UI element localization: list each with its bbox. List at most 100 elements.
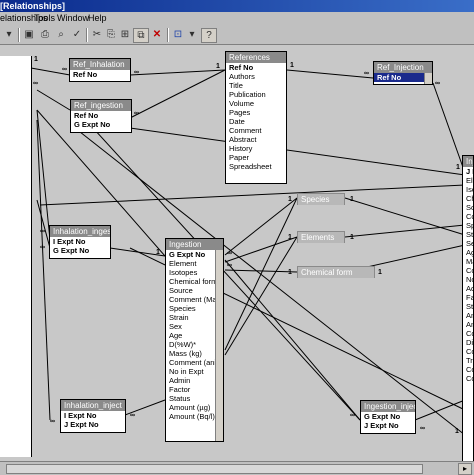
table-species[interactable]: Species <box>297 193 345 205</box>
table-field[interactable]: Pages <box>226 108 286 117</box>
table-field[interactable]: Date <box>226 117 286 126</box>
relationship-line <box>129 127 466 176</box>
table-inhalation-ingestion[interactable]: Inhalation_inges I Expt No G Expt No <box>49 225 111 259</box>
cardinality-many: ∞ <box>40 244 45 251</box>
relationship-line <box>36 89 71 111</box>
cardinality-many: ∞ <box>435 80 440 87</box>
table-field[interactable]: Com <box>463 212 473 221</box>
table-ref-ingestion[interactable]: Ref_ingestion Ref No G Expt No <box>70 99 132 133</box>
table-field[interactable]: Co <box>463 365 473 374</box>
table-field[interactable]: Com <box>463 266 473 275</box>
table-ingestion[interactable]: Ingestion G Expt No Element Isotopes Che… <box>165 238 224 442</box>
cardinality-one: 1 <box>350 234 354 241</box>
table-field[interactable]: Ref No <box>71 111 131 120</box>
table-title[interactable]: Ref_Inhalation <box>70 59 130 70</box>
table-field[interactable]: Co <box>463 374 473 383</box>
table-field[interactable]: Spe <box>463 221 473 230</box>
table-field[interactable]: G Expt No <box>361 412 415 421</box>
relationship-line <box>344 197 466 236</box>
cardinality-many: ∞ <box>50 418 55 425</box>
cardinality-many: ∞ <box>62 66 67 73</box>
relationship-line <box>286 69 374 79</box>
relationship-line <box>39 184 466 206</box>
table-field[interactable]: Age <box>463 248 473 257</box>
table-field[interactable]: No i <box>463 275 473 284</box>
table-field[interactable]: History <box>226 144 286 153</box>
table-title[interactable]: Ingestion_inject <box>361 401 415 412</box>
table-injection[interactable]: Injectio J E Elem Isoto Chen Sour Com Sp… <box>462 155 474 462</box>
table-title[interactable]: Ref_Injection <box>374 62 432 73</box>
cardinality-many: ∞ <box>350 412 355 419</box>
table-field[interactable]: Isoto <box>463 185 473 194</box>
table-references[interactable]: References Ref No Authors Title Publicat… <box>225 51 287 184</box>
cardinality-one: 1 <box>288 269 292 276</box>
table-inhalation-injection[interactable]: Inhalation_inject I Expt No J Expt No <box>60 399 126 433</box>
table-field[interactable]: Stat <box>463 302 473 311</box>
table-field[interactable]: Sour <box>463 203 473 212</box>
table-ingestion-injection[interactable]: Ingestion_inject G Expt No J Expt No <box>360 400 416 434</box>
table-field[interactable]: Amo <box>463 320 473 329</box>
table-title[interactable]: Ref_ingestion <box>71 100 131 111</box>
table-field[interactable]: Ref No <box>70 70 130 79</box>
table-elements[interactable]: Elements <box>297 231 345 243</box>
table-field[interactable]: J E <box>463 167 473 176</box>
relationship-line <box>224 259 361 421</box>
table-title[interactable]: Injectio <box>463 156 473 167</box>
table-field[interactable]: Adm <box>463 284 473 293</box>
table-field[interactable]: Cos <box>463 329 473 338</box>
table-title[interactable]: Chemical form <box>298 267 374 278</box>
relationship-line <box>224 197 298 256</box>
table-field[interactable]: Dist <box>463 338 473 347</box>
table-field[interactable]: Elem <box>463 176 473 185</box>
cardinality-one: 1 <box>378 269 382 276</box>
table-field[interactable]: Title <box>226 81 286 90</box>
table-field[interactable]: Fact <box>463 293 473 302</box>
relationship-line <box>224 197 298 351</box>
table-field[interactable]: J Expt No <box>61 420 125 429</box>
table-chemical-form[interactable]: Chemical form <box>297 266 375 278</box>
table-title[interactable]: Inhalation_inges <box>50 226 110 237</box>
cardinality-many: ∞ <box>40 228 45 235</box>
table-field[interactable]: G Expt No <box>50 246 110 255</box>
table-field[interactable]: Comment <box>226 126 286 135</box>
table-field[interactable]: Ref No <box>226 63 286 72</box>
table-field[interactable]: Tr <box>463 356 473 365</box>
table-field[interactable]: Authors <box>226 72 286 81</box>
table-field[interactable]: J Expt No <box>361 421 415 430</box>
scroll-right-icon[interactable]: ▸ <box>458 463 472 475</box>
cardinality-many: ∞ <box>134 69 139 76</box>
table-scrollbar[interactable] <box>215 250 223 441</box>
scrollbar-thumb[interactable] <box>6 464 423 474</box>
table-field[interactable]: Paper <box>226 153 286 162</box>
table-scrollbar[interactable] <box>424 73 432 84</box>
table-field[interactable]: G Expt No <box>71 120 131 129</box>
table-field[interactable]: Mass <box>463 257 473 266</box>
relationship-line <box>344 224 466 238</box>
cardinality-many: ∞ <box>134 110 139 117</box>
cardinality-one: 1 <box>350 196 354 203</box>
table-title[interactable]: Elements <box>298 232 344 243</box>
table-field[interactable]: Volume <box>226 99 286 108</box>
table-title[interactable]: Inhalation_inject <box>61 400 125 411</box>
table-field[interactable]: Publication <box>226 90 286 99</box>
table-field[interactable]: Sex <box>463 239 473 248</box>
table-ref-inhalation[interactable]: Ref_Inhalation Ref No <box>69 58 131 82</box>
table-field[interactable]: Co <box>463 347 473 356</box>
table-field[interactable]: Amo <box>463 311 473 320</box>
table-title[interactable]: Ingestion <box>166 239 223 250</box>
table-field[interactable]: Abstract <box>226 135 286 144</box>
horizontal-scrollbar[interactable]: ▸ <box>0 461 474 475</box>
cardinality-one: 1 <box>455 428 459 435</box>
cardinality-one: 1 <box>456 164 460 171</box>
table-field[interactable]: I Expt No <box>61 411 125 420</box>
table-field[interactable]: Spreadsheet <box>226 162 286 171</box>
table-title[interactable]: Species <box>298 194 344 205</box>
cardinality-many: ∞ <box>420 425 425 432</box>
table-field[interactable]: Chen <box>463 194 473 203</box>
table-field[interactable]: I Expt No <box>50 237 110 246</box>
table-field[interactable]: Stra <box>463 230 473 239</box>
table-title[interactable]: References <box>226 52 286 63</box>
table-ref-injection[interactable]: Ref_Injection Ref No <box>373 61 433 85</box>
relationship-line <box>432 82 466 174</box>
cardinality-many: ∞ <box>130 412 135 419</box>
